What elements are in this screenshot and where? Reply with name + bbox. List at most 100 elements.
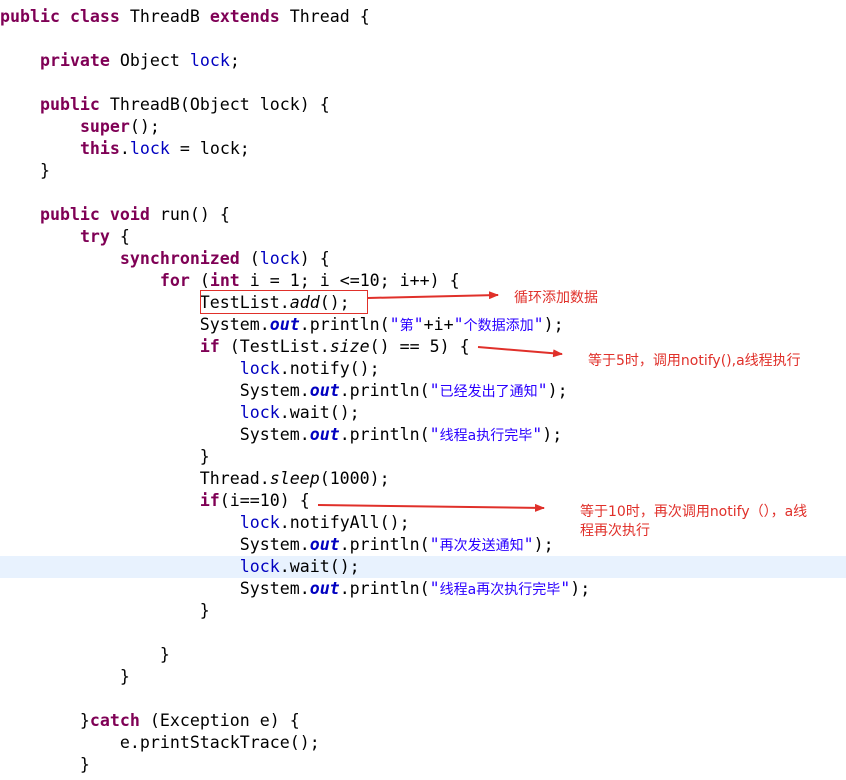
code-line: } [0, 644, 846, 666]
code-token: System. [0, 535, 310, 554]
code-token: } [0, 667, 130, 686]
code-token: run() { [149, 205, 230, 224]
code-token: lock [189, 51, 230, 70]
code-line: System.out.println("线程a执行完毕"); [0, 424, 846, 446]
code-token: .println( [299, 315, 390, 334]
code-token: .notify(); [279, 359, 380, 378]
code-token: .wait(); [279, 403, 360, 422]
code-token: synchronized [119, 249, 240, 268]
code-token: " [537, 381, 548, 400]
code-token: 线程a再次执行完毕 [439, 582, 561, 598]
code-token: e.printStackTrace(); [0, 733, 320, 752]
code-editor[interactable]: public class ThreadB extends Thread { pr… [0, 0, 846, 780]
code-token: out [269, 315, 300, 334]
code-token: " [429, 381, 440, 400]
code-line: } [0, 446, 846, 468]
code-line: try { [0, 226, 846, 248]
code-token: System. [0, 315, 270, 334]
code-token: " [560, 579, 571, 598]
code-token: catch [89, 711, 140, 730]
code-line: public class ThreadB extends Thread { [0, 6, 846, 28]
code-token: 再次发送通知 [439, 538, 524, 554]
code-token: if [199, 491, 220, 510]
code-token: Object [109, 51, 190, 70]
code-token: int [209, 271, 240, 290]
code-token: sleep [269, 469, 320, 488]
code-token: .println( [339, 579, 430, 598]
code-token: extends [209, 7, 280, 26]
code-token: lock [259, 249, 300, 268]
code-token: 已经发出了通知 [439, 384, 538, 400]
code-token: System. [0, 381, 310, 400]
code-token: i = 1; i <=10; i++) { [239, 271, 460, 290]
code-token: ( [189, 271, 210, 290]
code-line: lock.wait(); [0, 556, 846, 578]
code-token: " [532, 425, 543, 444]
code-token: ); [533, 535, 554, 554]
code-token: .println( [339, 425, 430, 444]
code-token: (); [129, 117, 160, 136]
code-token: " [429, 579, 440, 598]
code-token: Thread { [279, 7, 370, 26]
code-token: if [199, 337, 220, 356]
code-token: ; [229, 51, 240, 70]
code-token: " [533, 315, 544, 334]
code-token: .println( [339, 381, 430, 400]
code-token: out [309, 425, 340, 444]
code-line: e.printStackTrace(); [0, 732, 846, 754]
code-token: private [39, 51, 110, 70]
code-token: () == 5) { [369, 337, 470, 356]
annotation-loop-add: 循环添加数据 [514, 290, 598, 306]
code-line: public ThreadB(Object lock) { [0, 94, 846, 116]
code-line: } [0, 666, 846, 688]
code-token: +i+ [423, 315, 454, 334]
code-token: for [159, 271, 190, 290]
code-token: " [523, 535, 534, 554]
code-token: public [39, 205, 100, 224]
code-line: public void run() { [0, 204, 846, 226]
code-token: (1000); [319, 469, 390, 488]
code-token: " [429, 425, 440, 444]
code-token: .wait(); [279, 557, 360, 576]
code-token: " [413, 315, 424, 334]
code-token: } [0, 601, 210, 620]
code-line: System.out.println("已经发出了通知"); [0, 380, 846, 402]
code-token: " [429, 535, 440, 554]
code-line: } [0, 600, 846, 622]
code-line: System.out.println("第"+i+"个数据添加"); [0, 314, 846, 336]
code-token: } [0, 755, 90, 774]
code-token: System. [0, 579, 310, 598]
code-token: ( [239, 249, 260, 268]
code-token: " [389, 315, 400, 334]
code-token: out [309, 579, 340, 598]
code-token: lock [239, 359, 280, 378]
code-token: Thread. [0, 469, 270, 488]
code-token: ); [543, 315, 564, 334]
code-line: TestList.add(); [0, 292, 846, 314]
code-token: ); [547, 381, 568, 400]
code-token: .println( [339, 535, 430, 554]
code-token: 线程a执行完毕 [439, 428, 533, 444]
code-token: out [309, 381, 340, 400]
code-token: try [79, 227, 110, 246]
code-token: class [69, 7, 120, 26]
code-token: ThreadB [119, 7, 210, 26]
highlight-box-testlist-add [200, 290, 368, 314]
code-token: . [119, 139, 130, 158]
code-line: }catch (Exception e) { [0, 710, 846, 732]
code-token: = lock; [169, 139, 250, 158]
